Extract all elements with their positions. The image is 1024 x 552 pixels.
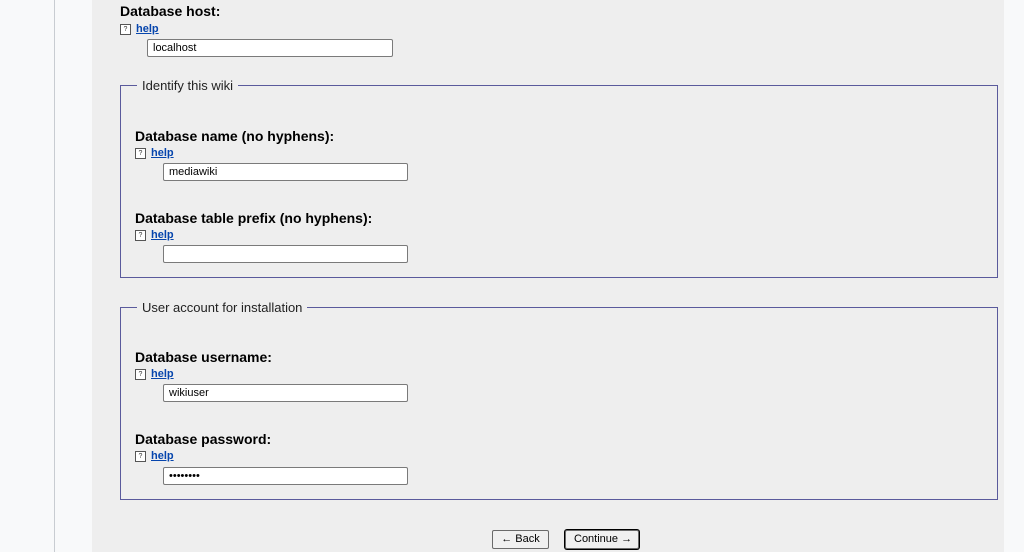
db-host-help-link[interactable]: help	[136, 23, 159, 36]
db-username-input[interactable]	[163, 384, 408, 402]
db-name-label: Database name (no hyphens):	[135, 128, 335, 144]
table-prefix-input[interactable]	[163, 245, 408, 263]
db-name-help-link[interactable]: help	[151, 147, 174, 160]
help-icon[interactable]: ?	[135, 230, 146, 241]
db-host-label: Database host:	[120, 3, 221, 19]
db-password-label: Database password:	[135, 431, 272, 447]
db-username-help-link[interactable]: help	[151, 368, 174, 381]
table-prefix-help: ? help	[135, 229, 174, 242]
db-host-help: ? help	[120, 23, 159, 36]
db-password-help: ? help	[135, 450, 174, 463]
help-icon[interactable]: ?	[135, 451, 146, 462]
table-prefix-label: Database table prefix (no hyphens):	[135, 210, 373, 226]
installer-content: Database host: ? help Identify this wiki…	[92, 0, 1004, 552]
help-icon[interactable]: ?	[135, 148, 146, 159]
help-icon[interactable]: ?	[135, 369, 146, 380]
db-name-input[interactable]	[163, 163, 408, 181]
db-username-label: Database username:	[135, 349, 272, 365]
table-prefix-help-link[interactable]: help	[151, 229, 174, 242]
db-password-help-link[interactable]: help	[151, 450, 174, 463]
db-host-input[interactable]	[147, 39, 393, 57]
sidebar-divider	[54, 0, 55, 552]
back-button[interactable]: ← Back	[492, 530, 549, 549]
db-name-help: ? help	[135, 147, 174, 160]
identify-wiki-legend: Identify this wiki	[142, 78, 234, 93]
help-icon[interactable]: ?	[120, 24, 131, 35]
db-username-help: ? help	[135, 368, 174, 381]
continue-button[interactable]: Continue →	[565, 530, 639, 549]
db-password-input[interactable]	[163, 467, 408, 485]
install-account-legend: User account for installation	[142, 300, 303, 315]
